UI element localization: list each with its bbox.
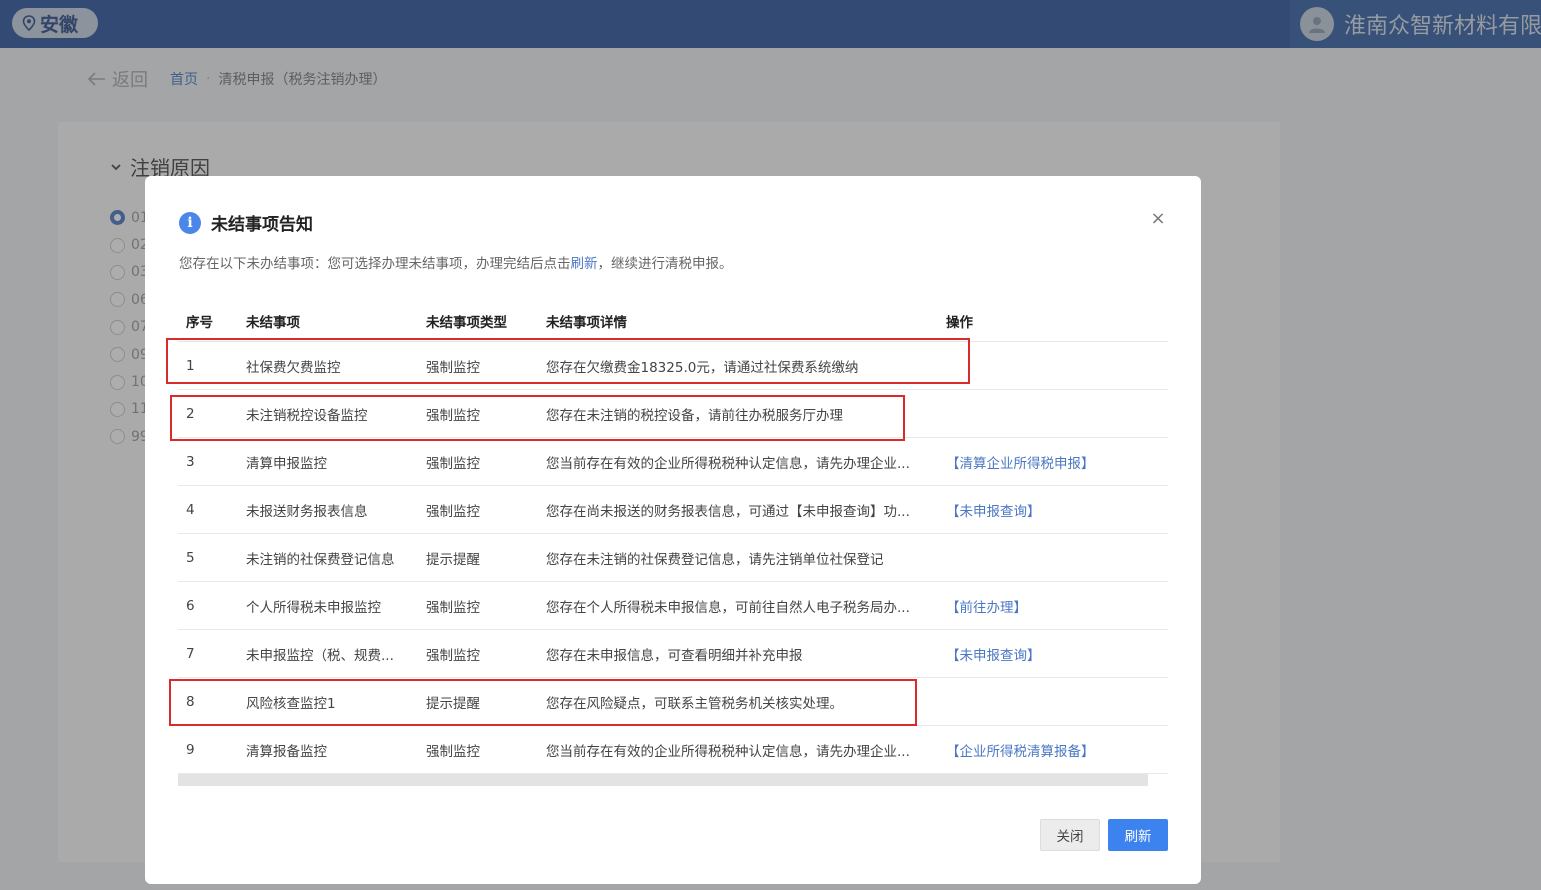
cell-detail: 您当前存在有效的企业所得税税种认定信息，请先办理企业... <box>546 455 910 472</box>
cell-detail: 您存在个人所得税未申报信息，可前往自然人电子税务局办... <box>546 599 910 616</box>
cell-type: 强制监控 <box>426 455 480 472</box>
cell-detail: 您当前存在有效的企业所得税税种认定信息，请先办理企业... <box>546 743 910 760</box>
table-row: 5 未注销的社保费登记信息 提示提醒 您存在未注销的社保费登记信息，请先注销单位… <box>178 534 1168 582</box>
table-row: 7 未申报监控（税、规费... 强制监控 您存在未申报信息，可查看明细并补充申报… <box>178 630 1168 678</box>
cell-no: 9 <box>186 741 195 758</box>
cell-detail: 您存在未注销的社保费登记信息，请先注销单位社保登记 <box>546 551 884 568</box>
cell-no: 8 <box>186 693 195 710</box>
cell-item: 清算申报监控 <box>246 455 327 472</box>
cell-type: 提示提醒 <box>426 695 480 712</box>
cell-detail: 您存在欠缴费金18325.0元，请通过社保费系统缴纳 <box>546 359 859 376</box>
notice-text: 您存在以下未办结事项：您可选择办理未结事项，办理完结后点击 <box>179 256 571 272</box>
close-button[interactable]: 关闭 <box>1040 819 1100 851</box>
table-row: 6 个人所得税未申报监控 强制监控 您存在个人所得税未申报信息，可前往自然人电子… <box>178 582 1168 630</box>
cell-item: 未申报监控（税、规费... <box>246 647 394 664</box>
cell-type: 强制监控 <box>426 647 480 664</box>
table-row: 2 未注销税控设备监控 强制监控 您存在未注销的税控设备，请前往办税服务厅办理 <box>178 390 1168 438</box>
cell-no: 3 <box>186 453 195 470</box>
cell-detail: 您存在风险疑点，可联系主管税务机关核实处理。 <box>546 695 843 712</box>
cell-type: 强制监控 <box>426 407 480 424</box>
cell-no: 4 <box>186 501 195 518</box>
table-header: 序号 未结事项 未结事项类型 未结事项详情 操作 <box>178 300 1168 342</box>
action-link-go-handle[interactable]: 【前往办理】 <box>946 600 1027 616</box>
cell-no: 7 <box>186 645 195 662</box>
cell-item: 未注销的社保费登记信息 <box>246 551 395 568</box>
column-header: 序号 <box>186 314 213 331</box>
action-link-unfiled-query[interactable]: 【未申报查询】 <box>946 648 1041 664</box>
cell-type: 强制监控 <box>426 599 480 616</box>
column-header: 未结事项详情 <box>546 314 627 331</box>
horizontal-scrollbar[interactable] <box>178 774 1148 786</box>
action-link-liquidation-tax-filing[interactable]: 【清算企业所得税申报】 <box>946 456 1095 472</box>
cell-type: 强制监控 <box>426 743 480 760</box>
action-link-liquidation-filing[interactable]: 【企业所得税清算报备】 <box>946 744 1095 760</box>
cell-type: 提示提醒 <box>426 551 480 568</box>
cell-type: 强制监控 <box>426 359 480 376</box>
dialog-header: i 未结事项告知 <box>179 210 313 235</box>
column-header: 操作 <box>946 314 973 331</box>
dialog-title: 未结事项告知 <box>211 215 313 235</box>
table-row: 3 清算申报监控 强制监控 您当前存在有效的企业所得税税种认定信息，请先办理企业… <box>178 438 1168 486</box>
table-row: 8 风险核查监控1 提示提醒 您存在风险疑点，可联系主管税务机关核实处理。 <box>178 678 1168 726</box>
table-row: 1 社保费欠费监控 强制监控 您存在欠缴费金18325.0元，请通过社保费系统缴… <box>178 342 1168 390</box>
cell-item: 未注销税控设备监控 <box>246 407 368 424</box>
table-row: 9 清算报备监控 强制监控 您当前存在有效的企业所得税税种认定信息，请先办理企业… <box>178 726 1168 774</box>
table-row: 4 未报送财务报表信息 强制监控 您存在尚未报送的财务报表信息，可通过【未申报查… <box>178 486 1168 534</box>
pending-items-dialog: i 未结事项告知 × 您存在以下未办结事项：您可选择办理未结事项，办理完结后点击… <box>145 176 1201 884</box>
cell-no: 5 <box>186 549 195 566</box>
cell-type: 强制监控 <box>426 503 480 520</box>
action-link-unfiled-query[interactable]: 【未申报查询】 <box>946 504 1041 520</box>
notice-text-suffix: ，继续进行清税申报。 <box>597 256 733 272</box>
cell-detail: 您存在未申报信息，可查看明细并补充申报 <box>546 647 803 664</box>
cell-item: 个人所得税未申报监控 <box>246 599 381 616</box>
cell-detail: 您存在未注销的税控设备，请前往办税服务厅办理 <box>546 407 843 424</box>
info-icon: i <box>179 211 201 234</box>
cell-item: 清算报备监控 <box>246 743 327 760</box>
cell-item: 社保费欠费监控 <box>246 359 341 376</box>
cell-no: 2 <box>186 405 195 422</box>
cell-item: 未报送财务报表信息 <box>246 503 368 520</box>
cell-no: 1 <box>186 357 195 374</box>
column-header: 未结事项 <box>246 314 300 331</box>
cell-item: 风险核查监控1 <box>246 695 336 712</box>
notice-refresh-link[interactable]: 刷新 <box>571 256 598 272</box>
close-icon[interactable]: × <box>1149 210 1167 228</box>
cell-no: 6 <box>186 597 195 614</box>
cell-detail: 您存在尚未报送的财务报表信息，可通过【未申报查询】功... <box>546 503 910 520</box>
pending-items-table: 序号 未结事项 未结事项类型 未结事项详情 操作 1 社保费欠费监控 强制监控 … <box>178 300 1168 786</box>
dialog-notice: 您存在以下未办结事项：您可选择办理未结事项，办理完结后点击刷新，继续进行清税申报… <box>179 252 733 272</box>
column-header: 未结事项类型 <box>426 314 507 331</box>
refresh-button[interactable]: 刷新 <box>1108 819 1168 851</box>
